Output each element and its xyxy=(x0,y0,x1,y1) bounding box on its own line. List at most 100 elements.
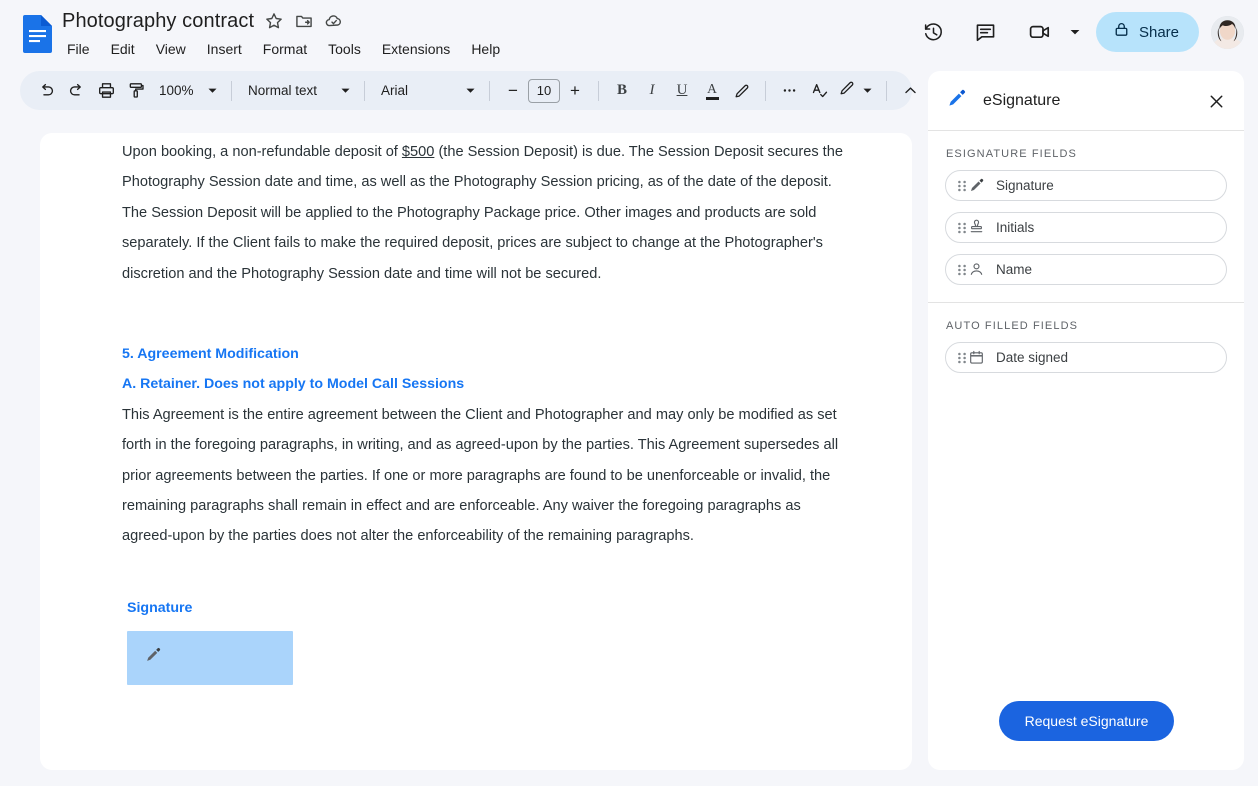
zoom-value: 100% xyxy=(159,83,194,98)
header-actions: Share xyxy=(908,0,1244,64)
document-body: Upon booking, a non-refundable deposit o… xyxy=(40,133,912,685)
document-page[interactable]: Upon booking, a non-refundable deposit o… xyxy=(40,133,912,770)
close-icon[interactable] xyxy=(1200,85,1232,117)
field-chip-label: Name xyxy=(996,262,1033,277)
share-button[interactable]: Share xyxy=(1095,12,1199,52)
font-family-value: Arial xyxy=(381,83,409,98)
document-paragraph-2: This Agreement is the entire agreement b… xyxy=(122,406,839,545)
field-chip-label: Signature xyxy=(996,178,1054,193)
google-docs-window: Photography contract File Edit View Inse… xyxy=(0,0,1258,786)
zoom-dropdown[interactable]: 100% xyxy=(151,76,223,106)
italic-icon: I xyxy=(649,82,655,98)
toolbar-divider xyxy=(765,80,766,101)
menu-extensions[interactable]: Extensions xyxy=(380,39,452,59)
redo-icon[interactable] xyxy=(61,76,91,106)
font-family-dropdown[interactable]: Arial xyxy=(373,76,481,106)
editing-mode-dropdown[interactable] xyxy=(834,76,878,106)
menu-insert[interactable]: Insert xyxy=(205,39,244,59)
panel-header: eSignature xyxy=(928,71,1244,130)
stamp-icon xyxy=(967,219,985,237)
toolbar-divider xyxy=(364,80,365,101)
field-chip-date-signed[interactable]: Date signed xyxy=(945,342,1227,373)
menu-edit[interactable]: Edit xyxy=(109,39,137,59)
signature-field-label: Signature xyxy=(127,599,193,616)
signature-pen-icon xyxy=(144,646,162,669)
drag-handle-icon[interactable] xyxy=(957,263,967,277)
request-esignature-button[interactable]: Request eSignature xyxy=(999,701,1174,741)
meet-camera-button[interactable] xyxy=(1014,12,1084,52)
page-title[interactable]: Photography contract xyxy=(62,10,254,33)
google-docs-icon[interactable] xyxy=(21,13,55,53)
field-chip-signature[interactable]: Signature xyxy=(945,170,1227,201)
toolbar-divider xyxy=(598,80,599,101)
esignature-pen-icon xyxy=(946,88,967,114)
spellcheck-icon[interactable] xyxy=(804,76,834,106)
request-esignature-label: Request eSignature xyxy=(1024,713,1149,729)
paragraph1-pre: Upon booking, a non-refundable deposit o… xyxy=(122,144,402,160)
doc-title-row: Photography contract xyxy=(62,7,502,35)
menu-view[interactable]: View xyxy=(154,39,188,59)
increase-font-size-button[interactable]: + xyxy=(560,76,590,106)
bold-icon: B xyxy=(616,82,627,98)
print-icon[interactable] xyxy=(91,76,121,106)
menu-bar: File Edit View Insert Format Tools Exten… xyxy=(62,39,502,59)
person-icon xyxy=(967,261,985,279)
collapse-toolbar-icon[interactable] xyxy=(895,76,925,106)
esignature-panel: eSignature ESIGNATURE FIELDS Signature I… xyxy=(928,71,1244,770)
signature-spacer xyxy=(122,552,852,598)
title-and-menu: Photography contract File Edit View Inse… xyxy=(62,7,502,59)
app-header: Photography contract File Edit View Inse… xyxy=(0,0,1258,64)
underline-button[interactable]: U xyxy=(667,76,697,106)
document-heading-section: 5. Agreement Modification xyxy=(122,346,299,363)
chevron-down-icon xyxy=(337,82,354,100)
move-to-folder-icon[interactable] xyxy=(294,11,314,31)
drag-handle-icon[interactable] xyxy=(957,179,967,193)
chevron-down-icon xyxy=(462,82,479,100)
toolbar-divider xyxy=(231,80,232,101)
editing-pencil-icon xyxy=(838,79,856,102)
paragraph-style-dropdown[interactable]: Normal text xyxy=(240,76,356,106)
drag-handle-icon[interactable] xyxy=(957,221,967,235)
section-title-esignature-fields: ESIGNATURE FIELDS xyxy=(946,148,1077,160)
formatting-toolbar: 100% Normal text Arial − 10 + B I U A xyxy=(20,71,916,110)
drag-handle-icon[interactable] xyxy=(957,351,967,365)
field-chip-label: Date signed xyxy=(996,350,1069,365)
italic-button[interactable]: I xyxy=(637,76,667,106)
cloud-saved-icon[interactable] xyxy=(324,11,344,31)
text-color-button[interactable]: A xyxy=(697,76,727,106)
plus-icon: + xyxy=(570,80,580,100)
paragraph1-post: (the Session Deposit) is due. The Sessio… xyxy=(122,144,843,282)
calendar-icon xyxy=(967,349,985,367)
underline-icon: U xyxy=(676,82,688,98)
version-history-icon[interactable] xyxy=(914,12,954,52)
chevron-down-icon[interactable] xyxy=(1066,23,1084,41)
menu-help[interactable]: Help xyxy=(469,39,502,59)
menu-format[interactable]: Format xyxy=(261,39,309,59)
menu-tools[interactable]: Tools xyxy=(326,39,363,59)
meet-camera-icon[interactable] xyxy=(1020,12,1060,52)
avatar[interactable] xyxy=(1211,15,1244,49)
chevron-down-icon xyxy=(858,82,876,100)
document-paragraph-1: Upon booking, a non-refundable deposit o… xyxy=(122,133,852,289)
font-size-input[interactable]: 10 xyxy=(528,78,560,103)
share-label: Share xyxy=(1138,23,1179,41)
star-icon[interactable] xyxy=(264,11,284,31)
field-chip-label: Initials xyxy=(996,220,1035,235)
decrease-font-size-button[interactable]: − xyxy=(498,76,528,106)
section-title-auto-filled-fields: AUTO FILLED FIELDS xyxy=(946,320,1079,332)
signature-placeholder-box[interactable] xyxy=(127,630,293,685)
bold-button[interactable]: B xyxy=(607,76,637,106)
panel-title: eSignature xyxy=(983,91,1061,109)
highlight-pen-icon[interactable] xyxy=(727,76,757,106)
menu-file[interactable]: File xyxy=(65,39,92,59)
paint-format-icon[interactable] xyxy=(121,76,151,106)
deposit-amount: $500 xyxy=(401,144,435,160)
more-options-icon[interactable] xyxy=(774,76,804,106)
signature-pen-icon xyxy=(967,177,985,195)
field-chip-name[interactable]: Name xyxy=(945,254,1227,285)
undo-icon[interactable] xyxy=(31,76,61,106)
field-chip-initials[interactable]: Initials xyxy=(945,212,1227,243)
comment-icon[interactable] xyxy=(966,12,1006,52)
toolbar-divider xyxy=(489,80,490,101)
